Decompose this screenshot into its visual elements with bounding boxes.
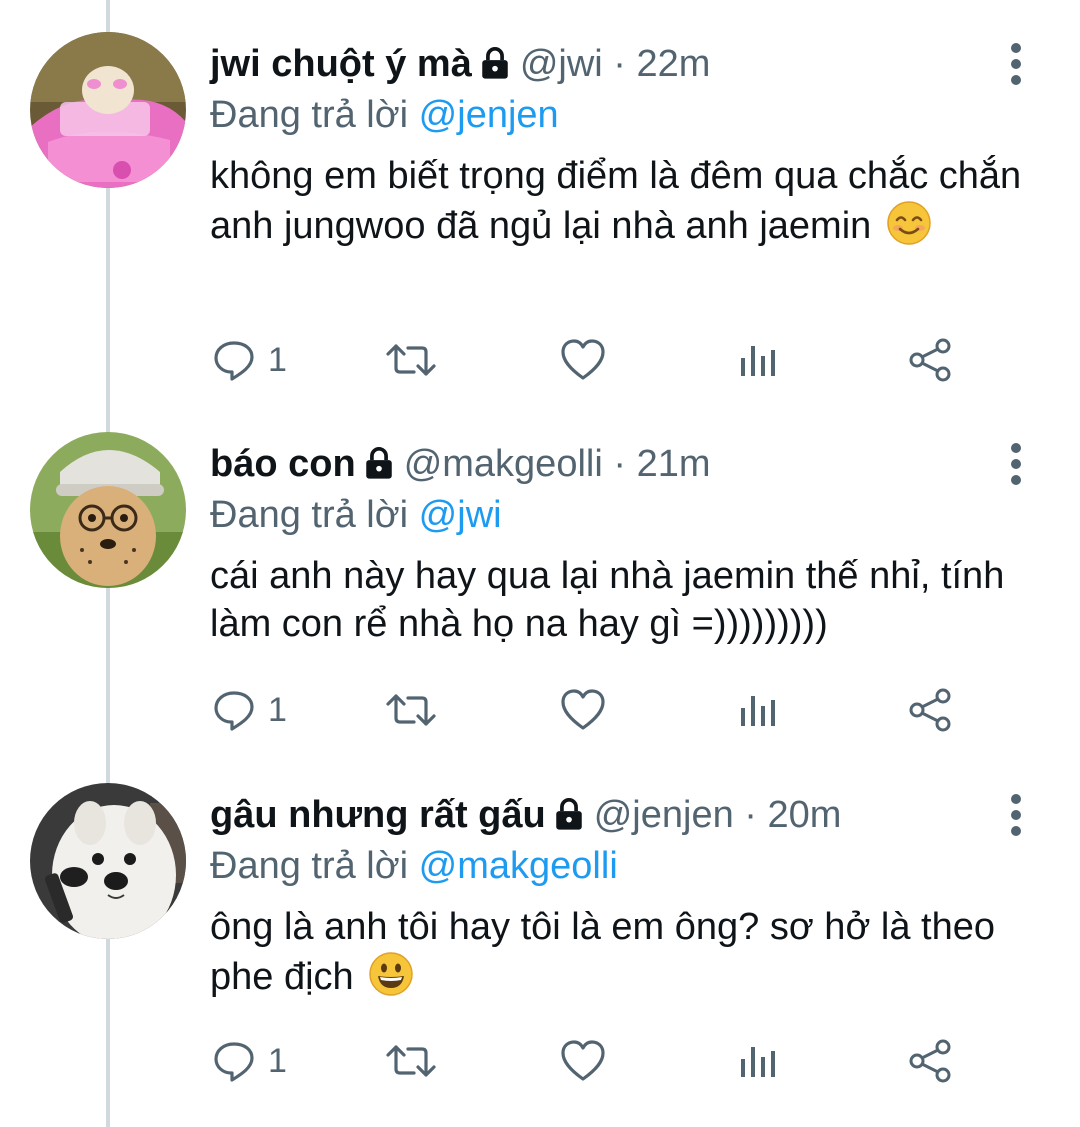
more-vertical-icon[interactable] [1004,793,1028,837]
replying-to: Đang trả lời @makgeolli [210,841,618,891]
separator: · [613,43,626,85]
views-button[interactable] [738,338,778,382]
more-vertical-icon[interactable] [1004,442,1028,486]
replying-to-label: Đang trả lời [210,494,409,536]
tweet-text: ông là anh tôi hay tôi là em ông? sơ hở … [210,903,1030,1009]
mention-link[interactable]: @makgeolli [419,845,618,887]
retweet-button[interactable] [386,1039,436,1083]
separator: · [613,443,626,485]
separator: · [744,794,757,836]
lock-icon [552,793,586,845]
share-icon [909,688,951,732]
tweet-header: jwi chuột ý mà @jwi · 22m [210,38,990,94]
retweet-button[interactable] [386,688,436,732]
timestamp[interactable]: 21m [637,443,711,485]
replying-to-label: Đang trả lời [210,845,409,887]
display-name[interactable]: báo con [210,443,356,485]
display-name[interactable]: gâu nhưng rất gấu [210,794,546,836]
reply-icon [214,691,254,731]
retweet-icon [386,694,436,726]
lock-icon [362,442,396,494]
reply-count: 1 [268,690,287,729]
tweet[interactable]: jwi chuột ý mà @jwi · 22m Đang trả lời @j… [0,0,1080,382]
like-icon [561,1040,605,1081]
smiling-face-emoji-icon [886,200,932,258]
retweet-icon [386,1045,436,1077]
tweet-actions: 1 [212,338,972,382]
reply-button[interactable]: 1 [212,1039,287,1083]
retweet-icon [386,344,436,376]
lock-icon [478,42,512,94]
views-button[interactable] [738,1039,778,1083]
username[interactable]: @makgeolli [404,443,603,485]
reply-icon [214,1042,254,1082]
views-button[interactable] [738,688,778,732]
views-icon [741,696,775,726]
avatar[interactable] [30,32,186,188]
like-button[interactable] [560,688,606,732]
mention-link[interactable]: @jwi [419,494,502,536]
tweet[interactable]: báo con @makgeolli · 21m Đang trả lời @jw… [0,400,1080,750]
share-button[interactable] [908,688,954,732]
tweet-body: ông là anh tôi hay tôi là em ông? sơ hở … [210,906,996,998]
share-icon [909,1039,951,1083]
replying-to: Đang trả lời @jwi [210,490,502,540]
views-icon [741,1047,775,1077]
username[interactable]: @jwi [520,43,603,85]
tweet-text: không em biết trọng điểm là đêm qua chắc… [210,152,1030,258]
avatar[interactable] [30,432,186,588]
tweet-header: gâu nhưng rất gấu @jenjen · 20m [210,789,990,845]
display-name[interactable]: jwi chuột ý mà [210,43,472,85]
username[interactable]: @jenjen [594,794,734,836]
views-icon [741,346,775,376]
timestamp[interactable]: 22m [637,43,711,85]
retweet-button[interactable] [386,338,436,382]
reply-button[interactable]: 1 [212,688,287,732]
reply-count: 1 [268,1041,287,1080]
reply-button[interactable]: 1 [212,338,287,382]
like-button[interactable] [560,1039,606,1083]
tweet-text: cái anh này hay qua lại nhà jaemin thế n… [210,552,1030,648]
tweet-body: cái anh này hay qua lại nhà jaemin thế n… [210,555,1005,645]
share-button[interactable] [908,338,954,382]
avatar[interactable] [30,783,186,939]
replying-to: Đang trả lời @jenjen [210,90,559,140]
mention-link[interactable]: @jenjen [419,94,559,136]
grinning-face-emoji-icon [368,951,414,1009]
like-icon [561,339,605,380]
reply-count: 1 [268,340,287,379]
more-vertical-icon[interactable] [1004,42,1028,86]
share-icon [909,338,951,382]
tweet-actions: 1 [212,688,972,732]
share-button[interactable] [908,1039,954,1083]
tweet-header: báo con @makgeolli · 21m [210,438,990,494]
tweet-actions: 1 [212,1039,972,1083]
reply-icon [214,341,254,381]
replying-to-label: Đang trả lời [210,94,409,136]
like-icon [561,689,605,730]
tweet[interactable]: gâu nhưng rất gấu @jenjen · 20m Đang trả … [0,751,1080,1101]
timestamp[interactable]: 20m [768,794,842,836]
like-button[interactable] [560,338,606,382]
